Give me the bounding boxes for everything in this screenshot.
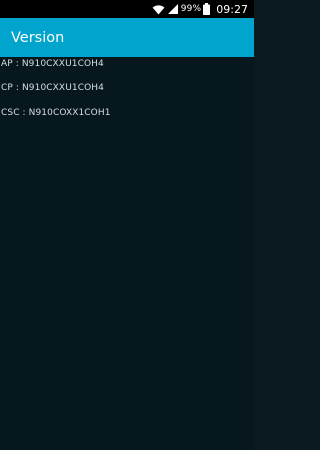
app-bar: Version [0,18,254,57]
clock: 09:27 [216,2,248,16]
battery-percent: 99% [180,4,202,14]
version-item-cp: CP : N910CXXU1COH4 [1,83,104,93]
version-item-csc: CSC : N910COXX1COH1 [1,108,111,118]
status-bar: 99% 09:27 [0,0,254,18]
battery-icon [203,3,211,15]
signal-icon [167,4,178,14]
page-title: Version [11,29,65,46]
version-list: AP : N910CXXU1COH4 CP : N910CXXU1COH4 CS… [0,57,254,450]
version-item-ap: AP : N910CXXU1COH4 [1,59,104,69]
wifi-icon [152,4,165,15]
